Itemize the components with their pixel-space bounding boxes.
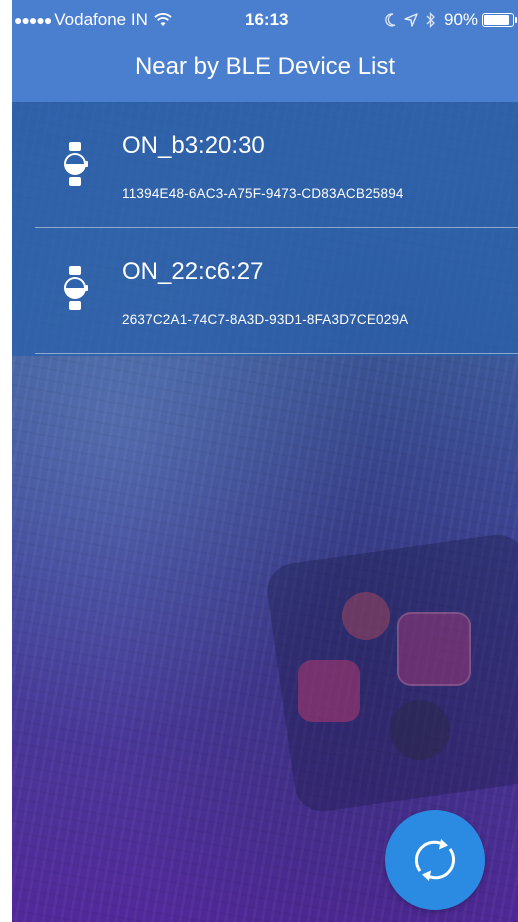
background-app-icon — [342, 592, 390, 640]
battery-fill — [484, 15, 510, 25]
refresh-icon — [415, 839, 455, 881]
device-name: ON_b3:20:30 — [122, 132, 265, 159]
device-list-item[interactable]: ON_22:c6:27 2637C2A1-74C7-8A3D-93D1-8FA3… — [12, 228, 518, 354]
device-name: ON_22:c6:27 — [122, 258, 264, 285]
battery-tip — [515, 17, 518, 23]
navigation-bar: Near by BLE Device List — [12, 40, 518, 102]
page-title: Near by BLE Device List — [134, 53, 396, 80]
status-time: 16:13 — [245, 10, 289, 29]
app-screen: ●●●●● Vodafone IN 16:13 90% Near by BLE … — [12, 0, 518, 922]
watch-icon — [64, 142, 88, 186]
status-left: ●●●●● Vodafone IN — [14, 10, 172, 30]
battery-icon — [482, 13, 515, 27]
divider — [35, 353, 518, 354]
status-right: 90% — [384, 10, 518, 30]
moon-icon — [384, 13, 396, 27]
bluetooth-icon — [426, 12, 436, 28]
background-app-icon — [397, 612, 471, 686]
status-bar: ●●●●● Vodafone IN 16:13 90% — [12, 0, 518, 40]
battery-percent: 90% — [444, 10, 479, 29]
background-app-icon — [390, 700, 450, 760]
wifi-icon — [154, 13, 172, 26]
carrier-name: Vodafone IN — [54, 10, 148, 29]
location-arrow-icon — [404, 13, 418, 27]
device-uuid: 11394E48-6AC3-A75F-9473-CD83ACB25894 — [122, 186, 404, 201]
watch-icon — [64, 266, 88, 310]
refresh-button[interactable] — [385, 810, 485, 910]
device-list-item[interactable]: ON_b3:20:30 11394E48-6AC3-A75F-9473-CD83… — [12, 102, 518, 228]
device-list: ON_b3:20:30 11394E48-6AC3-A75F-9473-CD83… — [12, 102, 518, 356]
signal-dots-icon: ●●●●● — [14, 12, 52, 28]
background-app-icon — [298, 660, 360, 722]
device-uuid: 2637C2A1-74C7-8A3D-93D1-8FA3D7CE029A — [122, 312, 409, 327]
